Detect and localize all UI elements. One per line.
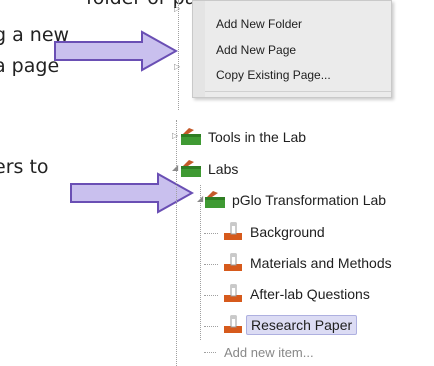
tree-connector xyxy=(204,352,216,353)
page-icon xyxy=(224,222,242,240)
tree-connector xyxy=(204,326,218,327)
pointer-arrow-top xyxy=(54,30,178,72)
instruction-text-line-4: ers to xyxy=(0,156,49,178)
tree-item-label: After-lab Questions xyxy=(250,286,370,302)
tree-item-labs[interactable]: Labs xyxy=(180,159,238,179)
page-icon xyxy=(224,253,242,271)
tree-item-materials-and-methods[interactable]: Materials and Methods xyxy=(222,253,392,273)
tree-connector xyxy=(204,233,218,234)
context-menu-gutter xyxy=(193,1,205,97)
tree-connector xyxy=(204,295,218,296)
folder-icon xyxy=(205,191,225,208)
expand-icon[interactable]: ▷ xyxy=(172,131,178,140)
tree-item-tools-in-the-lab[interactable]: Tools in the Lab xyxy=(180,127,306,147)
tree-connector xyxy=(200,185,201,340)
menu-item-add-new-folder[interactable]: Add New Folder xyxy=(216,17,302,31)
folder-icon xyxy=(181,160,201,177)
tree-item-label: pGlo Transformation Lab xyxy=(232,192,387,208)
tree-item-label-selected: Research Paper xyxy=(246,315,358,335)
tree-connector xyxy=(204,264,218,265)
tree-item-pglo-transformation-lab[interactable]: pGlo Transformation Lab xyxy=(204,190,386,210)
tree-item-label: Background xyxy=(250,224,325,240)
tree-connector xyxy=(176,120,177,366)
folder-icon xyxy=(181,128,201,145)
context-menu: Add New Folder Add New Page Copy Existin… xyxy=(192,0,392,98)
tree-item-background[interactable]: Background xyxy=(222,222,325,242)
expand-icon[interactable]: ▷ xyxy=(174,4,180,13)
menu-item-copy-existing-page[interactable]: Copy Existing Page... xyxy=(216,68,331,82)
expand-icon[interactable]: ▷ xyxy=(174,62,180,71)
collapse-icon[interactable]: ◢ xyxy=(197,194,203,203)
tree-connector xyxy=(178,0,179,110)
menu-separator xyxy=(205,91,391,92)
tree-item-add-new-item[interactable]: Add new item... xyxy=(224,342,314,362)
tree-item-label: Labs xyxy=(208,161,239,177)
tree-item-after-lab-questions[interactable]: After-lab Questions xyxy=(222,284,370,304)
instruction-text-line-3: a page xyxy=(0,55,60,77)
collapse-icon[interactable]: ◢ xyxy=(172,163,178,172)
page-icon xyxy=(224,284,242,302)
tree-item-research-paper[interactable]: Research Paper xyxy=(222,315,358,335)
tree-item-label: Tools in the Lab xyxy=(208,129,307,145)
tree-item-label: Materials and Methods xyxy=(250,255,392,271)
menu-item-add-new-page[interactable]: Add New Page xyxy=(216,43,296,57)
add-new-item-link[interactable]: Add new item... xyxy=(224,345,314,360)
page-icon xyxy=(224,315,242,333)
